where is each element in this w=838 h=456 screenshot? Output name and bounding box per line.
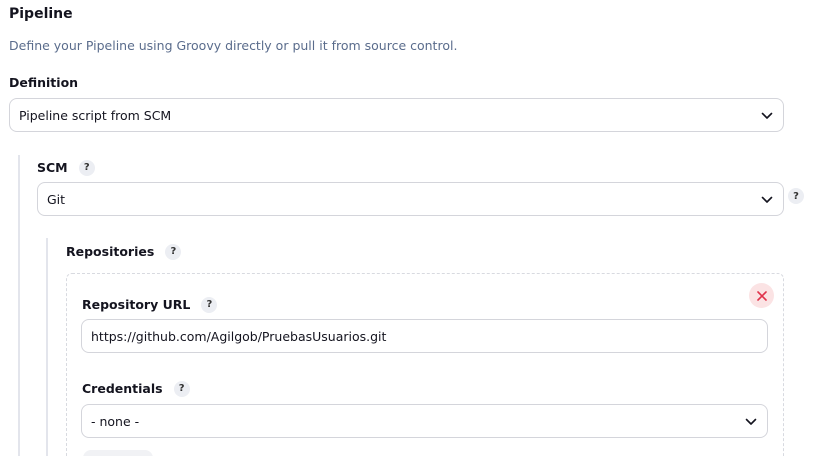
close-icon — [756, 290, 767, 301]
credentials-label: Credentials — [82, 381, 163, 396]
repository-url-help-icon[interactable]: ? — [201, 296, 218, 313]
definition-select[interactable]: Pipeline script from SCM — [9, 98, 784, 132]
scm-label: SCM — [37, 160, 68, 175]
definition-label-row: Definition — [9, 72, 78, 91]
definition-select-value: Pipeline script from SCM — [19, 107, 172, 123]
definition-label: Definition — [9, 75, 79, 90]
chevron-down-icon — [761, 196, 773, 203]
credentials-help-icon[interactable]: ? — [173, 380, 190, 397]
repositories-label-row: Repositories ? — [66, 241, 182, 260]
add-credentials-button[interactable] — [83, 450, 153, 456]
chevron-down-icon — [761, 112, 773, 119]
repositories-section-indent-bar — [46, 238, 48, 456]
credentials-select-value: - none - — [91, 413, 140, 429]
repositories-label: Repositories — [66, 244, 155, 259]
scm-label-row: SCM ? — [37, 157, 95, 176]
credentials-select[interactable]: - none - — [81, 404, 768, 438]
scm-select[interactable]: Git — [37, 182, 784, 216]
section-description: Define your Pipeline using Groovy direct… — [9, 38, 458, 53]
repository-url-value: https://github.com/Agilgob/PruebasUsuari… — [91, 328, 387, 344]
repository-url-label-row: Repository URL ? — [82, 294, 218, 313]
credentials-label-row: Credentials ? — [82, 378, 190, 397]
scm-section-indent-bar — [18, 155, 20, 456]
scm-help-icon[interactable]: ? — [78, 159, 95, 176]
scm-side-help-icon[interactable]: ? — [788, 188, 804, 204]
repositories-help-icon[interactable]: ? — [165, 243, 182, 260]
chevron-down-icon — [745, 418, 757, 425]
repository-url-label: Repository URL — [82, 297, 191, 312]
scm-select-value: Git — [47, 191, 66, 207]
remove-repository-button[interactable] — [749, 283, 774, 308]
section-title: Pipeline — [9, 6, 73, 22]
repository-url-input[interactable]: https://github.com/Agilgob/PruebasUsuari… — [81, 319, 768, 353]
